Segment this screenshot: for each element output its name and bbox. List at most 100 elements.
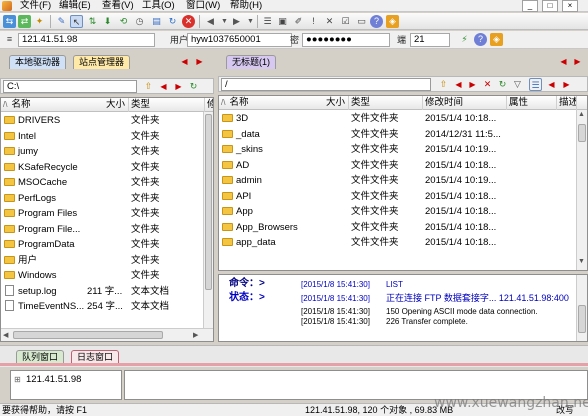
folder-up-icon[interactable]: ⇧ <box>142 80 155 93</box>
table-row[interactable]: Intel文件夹20 <box>1 129 213 144</box>
wizard-icon[interactable]: ✦ <box>33 15 46 28</box>
forward-icon[interactable]: ▶ <box>230 15 243 28</box>
tab-log[interactable]: 日志窗口 <box>71 350 120 364</box>
back-icon[interactable]: ◀ <box>157 80 170 93</box>
table-row[interactable]: App_Browsers 文件文件夹 2015/1/4 10:18... <box>219 220 575 235</box>
edit-pen-icon[interactable]: ✎ <box>55 15 68 28</box>
table-row[interactable]: _skins 文件文件夹 2015/1/4 10:19... <box>219 142 575 157</box>
password-field[interactable]: ●●●●●●●● <box>302 33 390 47</box>
table-row[interactable]: jumy文件夹20 <box>1 144 213 159</box>
col-size-header[interactable]: 大小 <box>89 98 129 112</box>
col-type-header[interactable]: 类型 <box>349 96 423 110</box>
table-row[interactable]: KSafeRecycle文件夹20 <box>1 160 213 175</box>
col-attributes-header[interactable]: 属性 <box>507 96 557 110</box>
minimize-button[interactable]: _ <box>522 0 538 12</box>
forward-icon[interactable]: ▶ <box>172 80 185 93</box>
menu-help[interactable]: 帮助(H) <box>230 0 262 12</box>
connect-icon[interactable]: ⇆ <box>3 15 16 28</box>
menu-tools[interactable]: 工具(O) <box>142 0 175 12</box>
stop-icon[interactable]: ✕ <box>182 15 195 28</box>
table-row[interactable]: App 文件文件夹 2015/1/4 10:18... <box>219 204 575 219</box>
user-field[interactable]: hyw1037650001 <box>187 33 292 47</box>
next-tab-icon[interactable]: ▶ <box>193 55 206 68</box>
host-field[interactable]: 121.41.51.98 <box>18 33 155 47</box>
table-row[interactable]: Program File...文件夹20 <box>1 222 213 237</box>
menu-view[interactable]: 查看(V) <box>102 0 134 12</box>
sync-icon[interactable]: ⟲ <box>117 15 130 28</box>
table-row[interactable]: Windows文件夹20 <box>1 268 213 283</box>
help-icon[interactable]: ? <box>474 33 487 46</box>
back-icon[interactable]: ◀ <box>452 78 465 91</box>
view-icon[interactable]: ▣ <box>276 15 289 28</box>
log-vertical-scrollbar[interactable] <box>576 275 587 341</box>
schedule-icon[interactable]: ◷ <box>133 15 146 28</box>
table-row[interactable]: PerfLogs文件夹20 <box>1 191 213 206</box>
transfer-icon[interactable]: ⇅ <box>86 15 99 28</box>
scroll-up-icon[interactable]: ▲ <box>578 111 585 118</box>
refresh-icon[interactable]: ↻ <box>496 78 509 91</box>
restore-button[interactable]: □ <box>542 0 558 12</box>
table-row[interactable]: TimeEventNS...254 字...文本文档20 <box>1 299 213 314</box>
forward-icon[interactable]: ▶ <box>466 78 479 91</box>
remote-vertical-scrollbar[interactable]: ▲ ▼ <box>576 110 587 270</box>
table-row[interactable]: AD 文件文件夹 2015/1/4 10:18... <box>219 158 575 173</box>
table-row[interactable]: MSOCache文件夹20 <box>1 175 213 190</box>
shield-icon[interactable]: ◈ <box>490 33 503 46</box>
col-modified-header[interactable]: 修改时间 <box>423 96 507 110</box>
menu-window[interactable]: 窗口(W) <box>186 0 220 12</box>
refresh-icon[interactable]: ↻ <box>166 15 179 28</box>
refresh-icon[interactable]: ↻ <box>187 80 200 93</box>
table-row[interactable]: app_data 文件文件夹 2015/1/4 10:18... <box>219 235 575 250</box>
local-vertical-scrollbar[interactable] <box>203 112 213 328</box>
scroll-right-icon[interactable]: ▶ <box>193 331 198 339</box>
view-list-icon[interactable]: ☰ <box>529 78 542 91</box>
pointer-icon[interactable]: ↖ <box>70 15 83 28</box>
local-vscroll-thumb[interactable] <box>205 114 212 290</box>
local-horizontal-scrollbar[interactable]: ◀ ▶ <box>1 328 213 341</box>
col-description-header[interactable]: 描述 <box>557 96 577 110</box>
expand-icon[interactable]: ⊞ <box>14 375 21 384</box>
scroll-down-icon[interactable]: ▼ <box>578 258 585 265</box>
table-row[interactable]: DRIVERS文件夹20 <box>1 113 213 128</box>
folder-up-icon[interactable]: ⇧ <box>437 78 450 91</box>
col-modified-header[interactable]: 修 <box>205 98 213 112</box>
tab-queue[interactable]: 队列窗口 <box>16 350 65 364</box>
disconnect-icon[interactable]: ⇄ <box>18 15 31 28</box>
tab-untitled[interactable]: 无标题(1) <box>226 55 276 69</box>
table-row[interactable]: 用户文件夹20 <box>1 253 213 268</box>
check-icon[interactable]: ☑ <box>339 15 352 28</box>
download-icon[interactable]: ⬇ <box>101 15 114 28</box>
info-icon[interactable]: ! <box>307 15 320 28</box>
table-row[interactable]: 3D 文件文件夹 2015/1/4 10:18... <box>219 111 575 126</box>
tree-item-host[interactable]: 121.41.51.98 <box>26 374 81 385</box>
table-row[interactable]: _data 文件文件夹 2014/12/31 11:5... <box>219 127 575 142</box>
prev-tab-icon[interactable]: ◀ <box>178 55 191 68</box>
edit-file-icon[interactable]: ✐ <box>292 15 305 28</box>
stop-icon[interactable]: ✕ <box>481 78 494 91</box>
local-hscroll-thumb[interactable] <box>13 331 163 339</box>
delete-icon[interactable]: ✕ <box>323 15 336 28</box>
close-button[interactable]: × <box>562 0 578 12</box>
col-size-header[interactable]: 大小 <box>309 96 349 110</box>
quick-connect-icon[interactable]: ⚡ <box>458 33 471 46</box>
help-icon[interactable]: ? <box>370 15 383 28</box>
remote-path-input[interactable]: / <box>221 78 431 91</box>
prev-icon[interactable]: ◀ <box>545 78 558 91</box>
scroll-left-icon[interactable]: ◀ <box>3 331 8 339</box>
menu-edit[interactable]: 编辑(E) <box>59 0 91 12</box>
next-tab-icon[interactable]: ▶ <box>571 55 584 68</box>
filter-icon[interactable]: ▽ <box>511 78 524 91</box>
port-field[interactable]: 21 <box>410 33 450 47</box>
log-vscroll-thumb[interactable] <box>578 305 586 333</box>
list-icon[interactable]: ▭ <box>355 15 368 28</box>
shield-icon[interactable]: ◈ <box>386 15 399 28</box>
tab-site-manager[interactable]: 站点管理器 <box>73 55 131 69</box>
next-icon[interactable]: ▶ <box>560 78 573 91</box>
chevron-down-icon[interactable]: ▼ <box>244 15 257 28</box>
table-row[interactable]: setup.log211 字...文本文档20 <box>1 284 213 299</box>
properties-icon[interactable]: ☰ <box>261 15 274 28</box>
remote-vscroll-thumb[interactable] <box>578 124 586 142</box>
table-row[interactable]: ProgramData文件夹20 <box>1 237 213 252</box>
back-icon[interactable]: ◀ <box>204 15 217 28</box>
local-path-input[interactable]: C:\ <box>3 80 137 93</box>
